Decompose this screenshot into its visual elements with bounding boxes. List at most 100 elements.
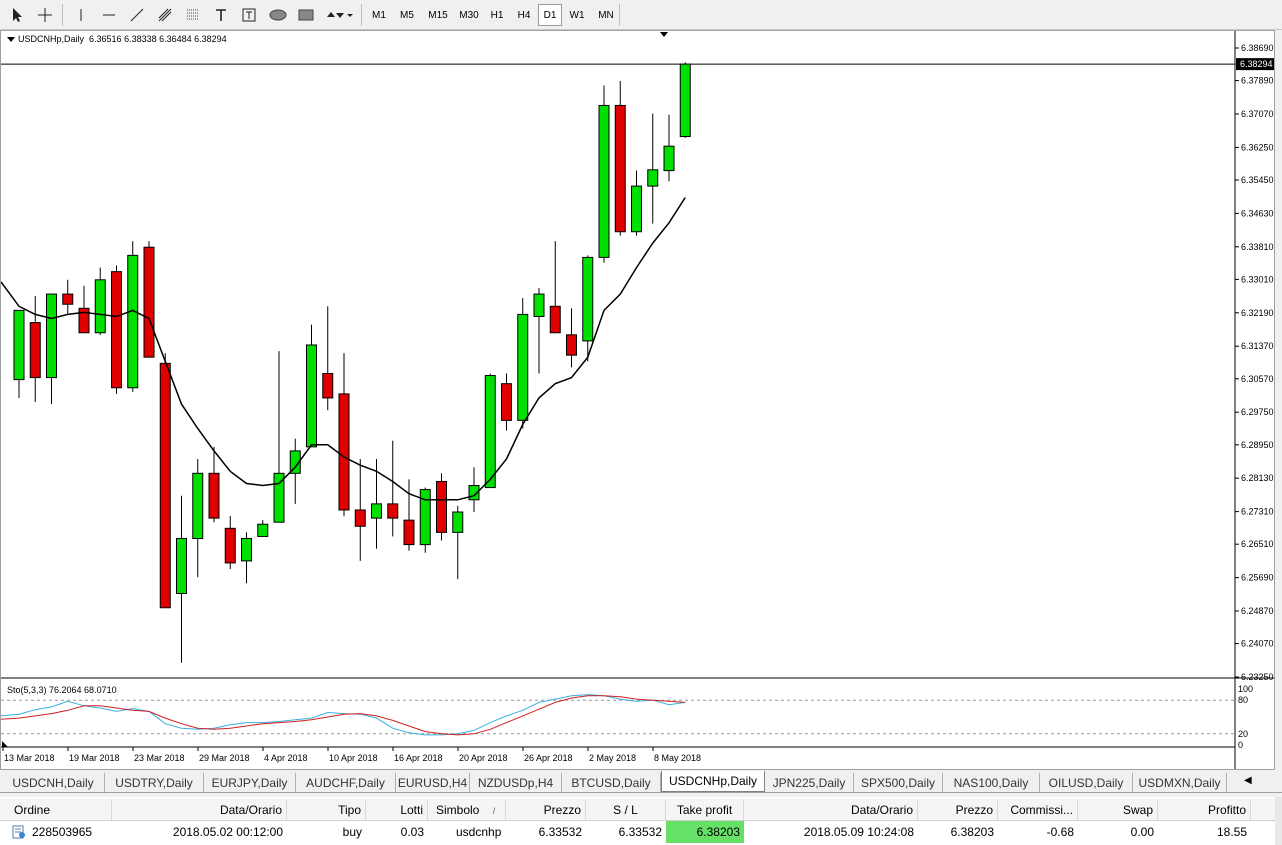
order-close-time: 2018.05.09 10:24:08 [803, 825, 914, 839]
candle [306, 324, 317, 448]
candle-body [549, 305, 561, 334]
candle [566, 308, 577, 368]
candle-body [614, 104, 626, 233]
col-type[interactable]: Tipo [287, 799, 366, 821]
candle-body [94, 279, 106, 334]
order-symbol: usdcnhp [456, 825, 502, 839]
date-tick-label: 23 Mar 2018 [134, 753, 185, 763]
fibonacci-icon[interactable] [182, 4, 204, 26]
order-lots: 0.03 [400, 825, 424, 839]
order-commission: -0.68 [1046, 825, 1074, 839]
chart-shift-marker-icon [660, 32, 668, 37]
chart-tab[interactable]: EURUSD,H4 [396, 773, 470, 792]
chart-window[interactable]: 6.38690 6.37890 6.37070 6.36250 6.35450 6.346… [0, 30, 1275, 770]
price-tick-label: 6.33810 [1241, 242, 1274, 252]
candle-body [62, 293, 74, 305]
orders-header-row: Ordine Data/Orario Tipo Lotti Simbolo / … [0, 799, 1275, 821]
date-tick-label: 8 May 2018 [654, 753, 701, 763]
price-tick-label: 6.34630 [1241, 208, 1274, 218]
timeframe-w1[interactable]: W1 [563, 4, 591, 26]
chart-tab[interactable]: USDTRY,Daily [105, 773, 204, 792]
arrows-icon[interactable] [324, 4, 354, 26]
candle-body [582, 256, 594, 342]
horizontal-line-icon[interactable] [98, 4, 120, 26]
candle [159, 353, 171, 609]
stoch-tick-label: 80 [1238, 695, 1248, 705]
candle [679, 62, 691, 138]
candle-body [111, 271, 122, 389]
col-take-profit[interactable]: Take profit [666, 799, 744, 821]
date-tick-label: 13 Mar 2018 [4, 753, 55, 763]
stoch-tick-label: 100 [1238, 684, 1253, 694]
col-commission[interactable]: Commissi... [998, 799, 1078, 821]
date-tick-label: 26 Apr 2018 [524, 753, 573, 763]
chart-tab[interactable]: AUDCHF,Daily [296, 773, 396, 792]
candle-body [679, 63, 691, 138]
chart-tab[interactable]: USDCNHp,Daily [661, 771, 765, 792]
col-stop-loss[interactable]: S / L [586, 799, 666, 821]
equidistant-channel-icon[interactable] [154, 4, 176, 26]
col-swap[interactable]: Swap [1078, 799, 1158, 821]
candle-body [452, 511, 464, 533]
candle [533, 287, 545, 374]
chart-tab[interactable]: JPN225,Daily [765, 773, 854, 792]
text-label-icon[interactable] [238, 4, 260, 26]
cursor-icon[interactable] [6, 4, 28, 26]
price-tick-label: 6.24070 [1241, 639, 1274, 649]
col-open-time[interactable]: Data/Orario [112, 799, 287, 821]
ellipse-icon[interactable] [266, 4, 290, 26]
col-order[interactable]: Ordine [0, 799, 112, 821]
candle-body [306, 344, 317, 448]
col-close-time[interactable]: Data/Orario [744, 799, 918, 821]
order-type: buy [342, 825, 362, 839]
candle [143, 241, 155, 358]
chart-tab[interactable]: NAS100,Daily [943, 773, 1040, 792]
candle-body [501, 383, 512, 421]
col-lots[interactable]: Lotti [366, 799, 428, 821]
chart-tab[interactable]: EURJPY,Daily [204, 773, 296, 792]
chart-tabs: USDCNH,Daily USDTRY,Daily EURJPY,Daily AUDC… [0, 771, 1282, 793]
price-chart[interactable]: 6.38690 6.37890 6.37070 6.36250 6.35450 6.346… [1, 31, 1274, 769]
col-profit[interactable]: Profitto [1158, 799, 1251, 821]
text-icon[interactable] [210, 4, 232, 26]
timeframe-h1[interactable]: H1 [484, 4, 510, 26]
vertical-scrollbar[interactable] [1275, 797, 1282, 845]
price-tick-label: 6.25690 [1241, 573, 1274, 583]
rectangle-icon[interactable] [294, 4, 318, 26]
candle-body [13, 309, 25, 381]
tab-scroll-left-icon[interactable]: ◀ [1244, 775, 1252, 786]
stoch-tick-label: 0 [1238, 740, 1243, 750]
chart-tab[interactable]: OILUSD,Daily [1040, 773, 1133, 792]
chart-ohlc: 6.36516 6.38338 6.36484 6.38294 [89, 34, 227, 44]
timeframe-mn[interactable]: MN [592, 4, 620, 26]
chart-tab[interactable]: NZDUSDp,H4 [470, 773, 562, 792]
chart-menu-arrow-icon[interactable] [7, 37, 15, 43]
price-tick-label: 6.29750 [1241, 407, 1274, 417]
candle-body [647, 169, 659, 187]
timeframe-d1[interactable]: D1 [538, 4, 562, 26]
trendline-icon[interactable] [126, 4, 148, 26]
order-row[interactable]: 228503965 2018.05.02 00:12:00 buy 0.03 u… [0, 821, 1275, 843]
candle-body [192, 472, 204, 539]
chart-tab[interactable]: SPX500,Daily [854, 773, 943, 792]
chart-tab[interactable]: USDMXN,Daily [1133, 773, 1227, 792]
candle-body [322, 372, 334, 399]
price-tick-label: 6.23250 [1241, 672, 1274, 682]
candle [598, 85, 610, 263]
timeframe-m30[interactable]: M30 [455, 4, 483, 26]
timeframe-m15[interactable]: M15 [422, 4, 454, 26]
candle-body [29, 322, 41, 379]
col-close-price[interactable]: Prezzo [918, 799, 998, 821]
col-symbol[interactable]: Simbolo / [428, 799, 506, 821]
vertical-line-icon[interactable] [70, 4, 92, 26]
timeframe-m5[interactable]: M5 [393, 4, 421, 26]
candle [371, 459, 382, 549]
timeframe-h4[interactable]: H4 [511, 4, 537, 26]
price-tick-label: 6.31370 [1241, 341, 1274, 351]
chart-tab[interactable]: BTCUSD,Daily [562, 773, 661, 792]
crosshair-icon[interactable] [34, 4, 56, 26]
col-open-price[interactable]: Prezzo [506, 799, 586, 821]
timeframe-m1[interactable]: M1 [366, 4, 392, 26]
candle [549, 241, 561, 334]
chart-tab[interactable]: USDCNH,Daily [2, 773, 105, 792]
